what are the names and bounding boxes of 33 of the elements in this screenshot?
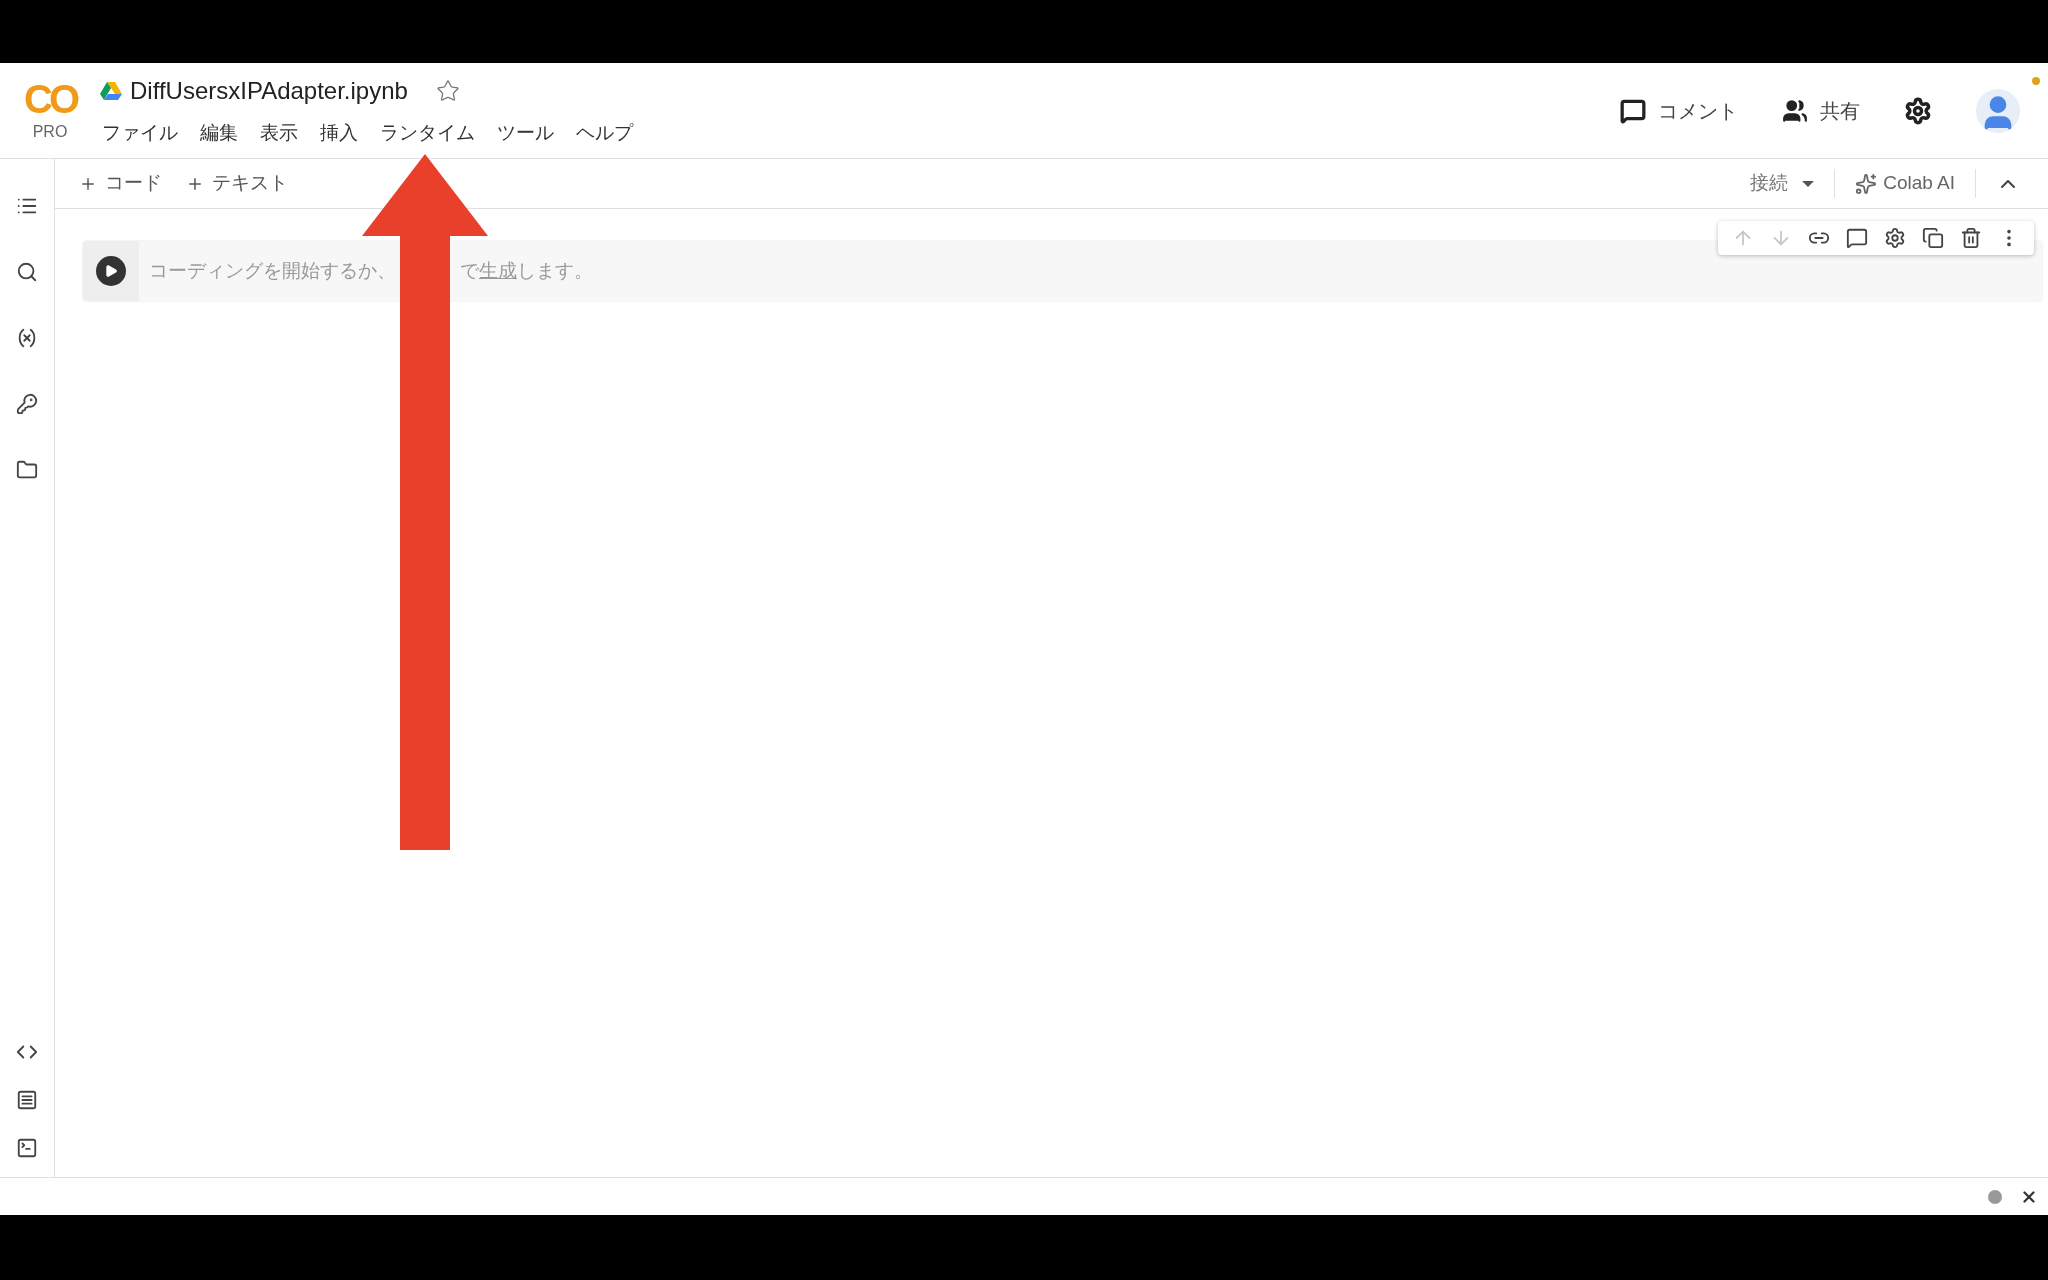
drive-icon [100,81,122,102]
colab-ai-button[interactable]: Colab AI [1835,169,1976,198]
sparkle-icon [1855,172,1878,195]
settings-icon[interactable] [1884,227,1906,249]
settings-icon[interactable] [1904,96,1932,125]
placeholder-text: で [460,258,479,283]
placeholder-text: します。 [517,258,593,283]
share-button[interactable]: 共有 [1782,95,1860,126]
comment-icon[interactable] [1846,227,1868,249]
comment-button[interactable]: コメント [1620,95,1738,126]
menu-item[interactable]: 編集 [200,119,238,148]
connect-button[interactable]: 接続 [1750,169,1836,198]
run-button[interactable] [96,256,126,286]
placeholder-text: コーディングを開始するか、 [149,258,396,283]
comment-icon [1620,97,1646,124]
key-icon[interactable] [14,391,40,417]
menu-item[interactable]: ツール [497,119,554,148]
add-cell-button[interactable]: コード [79,169,162,198]
menu-item[interactable]: ファイル [102,119,178,148]
menu-item[interactable]: ランタイム [380,119,475,148]
copy-icon[interactable] [1922,227,1944,249]
add-cell-button[interactable]: テキスト [186,169,288,198]
notebook-title[interactable]: DiffUsersxIPAdapter.ipynb [130,73,408,110]
menu-item[interactable]: 表示 [260,119,298,148]
play-icon [104,264,118,278]
dropdown-icon [1802,180,1815,187]
people-icon [1782,97,1808,124]
star-icon[interactable] [435,79,460,104]
trash-icon[interactable] [1960,227,1982,249]
menu-item[interactable]: ヘルプ [576,119,633,148]
menu-item[interactable]: 挿入 [320,119,358,148]
plan-label: PRO [32,121,68,142]
avatar[interactable] [1976,88,2020,133]
